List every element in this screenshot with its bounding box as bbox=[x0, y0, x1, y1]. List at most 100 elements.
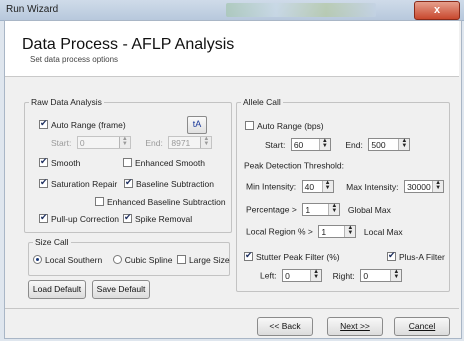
close-button[interactable]: x bbox=[414, 1, 460, 20]
smooth-row: Smooth bbox=[39, 156, 81, 168]
local-region-spinner[interactable]: 1 ▲ ▼ bbox=[318, 225, 357, 238]
smooth-label: Smooth bbox=[51, 157, 81, 168]
left-label: Left: bbox=[260, 270, 277, 281]
spike-removal-row: Spike Removal bbox=[123, 212, 192, 224]
allele-start-value: 60 bbox=[293, 140, 304, 150]
raw-range-row: Start: 0 ▲ ▼ End: 8971 ▲ ▼ bbox=[48, 136, 213, 149]
allele-end-spinner[interactable]: 500 ▲ ▼ bbox=[368, 138, 411, 151]
range-tool-button[interactable]: tA bbox=[187, 116, 207, 134]
auto-range-frame-checkbox[interactable] bbox=[39, 118, 48, 130]
raw-end-value: 8971 bbox=[171, 138, 191, 148]
max-intensity-value: 30000 bbox=[407, 182, 431, 192]
allele-call-legend: Allele Call bbox=[243, 97, 281, 107]
spinner-arrows-icon[interactable]: ▲ ▼ bbox=[398, 138, 410, 150]
peak-threshold-text: Peak Detection Threshold: bbox=[244, 160, 345, 171]
size-call-options: Local Southern Cubic Spline Large Size bbox=[33, 254, 230, 265]
stutter-filter-label: Stutter Peak Filter (%) bbox=[256, 251, 340, 262]
local-region-value: 1 bbox=[321, 227, 327, 237]
right-spinner[interactable]: 0 ▲ ▼ bbox=[360, 269, 403, 282]
back-button[interactable]: << Back bbox=[257, 317, 313, 336]
min-intensity-value: 40 bbox=[304, 182, 315, 192]
spinner-arrows-icon[interactable]: ▲ ▼ bbox=[118, 136, 130, 148]
spinner-arrows-icon[interactable]: ▲ ▼ bbox=[432, 180, 444, 192]
pullup-label: Pull-up Correction bbox=[51, 213, 120, 224]
large-size-checkbox[interactable] bbox=[176, 255, 186, 265]
pullup-checkbox[interactable] bbox=[39, 212, 48, 224]
percentage-value: 1 bbox=[305, 205, 311, 215]
smooth-checkbox[interactable] bbox=[39, 156, 48, 168]
raw-data-legend: Raw Data Analysis bbox=[31, 97, 102, 107]
next-button[interactable]: Next >> bbox=[327, 317, 383, 336]
max-intensity-spinner[interactable]: 30000 ▲ ▼ bbox=[404, 180, 445, 193]
min-intensity-label: Min Intensity: bbox=[246, 181, 297, 192]
local-southern-label: Local Southern bbox=[45, 254, 103, 265]
auto-range-frame-row: Auto Range (frame) bbox=[39, 118, 126, 130]
page-title: Data Process - AFLP Analysis bbox=[22, 36, 235, 53]
range-tool-icon: tA bbox=[192, 119, 202, 129]
allele-start-label: Start: bbox=[265, 139, 286, 150]
allele-range-row: Start: 60 ▲ ▼ End: 500 ▲ ▼ bbox=[262, 138, 411, 151]
cubic-spline-radio[interactable] bbox=[112, 255, 122, 265]
intensity-row: Min Intensity: 40 ▲ ▼ Max Intensity: 30000… bbox=[246, 180, 445, 193]
saturation-repair-checkbox[interactable] bbox=[39, 177, 48, 189]
baseline-subtraction-label: Baseline Subtraction bbox=[136, 178, 214, 189]
spinner-arrows-icon[interactable]: ▲ ▼ bbox=[321, 180, 333, 192]
saturation-repair-label: Saturation Repair bbox=[51, 178, 118, 189]
raw-start-label: Start: bbox=[51, 137, 72, 148]
taskbar-thumbnail bbox=[226, 3, 376, 17]
cubic-spline-label: Cubic Spline bbox=[124, 254, 173, 265]
pullup-row: Pull-up Correction bbox=[39, 212, 120, 224]
allele-end-label: End: bbox=[345, 139, 363, 150]
stutter-filter-checkbox[interactable] bbox=[244, 250, 253, 262]
allele-start-spinner[interactable]: 60 ▲ ▼ bbox=[290, 138, 331, 151]
footer-separator bbox=[5, 308, 459, 309]
local-southern-radio[interactable] bbox=[33, 255, 42, 265]
large-size-label: Large Size bbox=[188, 254, 230, 265]
left-spinner[interactable]: 0 ▲ ▼ bbox=[282, 269, 323, 282]
percentage-row: Percentage > 1 ▲ ▼ Global Max bbox=[246, 203, 391, 216]
enhanced-smooth-row: Enhanced Smooth bbox=[123, 157, 205, 168]
local-max-label: Local Max bbox=[363, 226, 403, 237]
spinner-arrows-icon[interactable]: ▲ ▼ bbox=[318, 138, 330, 150]
spinner-arrows-icon[interactable]: ▲ ▼ bbox=[344, 225, 356, 237]
local-region-label: Local Region % > bbox=[246, 226, 313, 237]
enhanced-smooth-label: Enhanced Smooth bbox=[135, 157, 205, 168]
percentage-spinner[interactable]: 1 ▲ ▼ bbox=[302, 203, 341, 216]
auto-range-bps-row: Auto Range (bps) bbox=[245, 120, 324, 131]
stutter-range-row: Left: 0 ▲ ▼ Right: 0 ▲ ▼ bbox=[260, 269, 403, 282]
load-default-button[interactable]: Load Default bbox=[28, 280, 86, 299]
plus-a-filter-checkbox[interactable] bbox=[387, 250, 396, 262]
raw-start-spinner[interactable]: 0 ▲ ▼ bbox=[76, 136, 131, 149]
right-value: 0 bbox=[363, 271, 369, 281]
size-call-legend: Size Call bbox=[35, 237, 69, 247]
auto-range-bps-label: Auto Range (bps) bbox=[257, 120, 324, 131]
saturation-repair-row: Saturation Repair bbox=[39, 177, 118, 189]
max-intensity-label: Max Intensity: bbox=[346, 181, 399, 192]
min-intensity-spinner[interactable]: 40 ▲ ▼ bbox=[301, 180, 334, 193]
local-region-row: Local Region % > 1 ▲ ▼ Local Max bbox=[246, 225, 403, 238]
cancel-button[interactable]: Cancel bbox=[394, 317, 450, 336]
enhanced-baseline-label: Enhanced Baseline Subtraction bbox=[107, 196, 226, 207]
auto-range-bps-checkbox[interactable] bbox=[245, 121, 254, 131]
plus-a-row: Plus-A Filter bbox=[387, 250, 445, 262]
spike-removal-checkbox[interactable] bbox=[123, 212, 132, 224]
left-value: 0 bbox=[285, 271, 290, 281]
spinner-arrows-icon[interactable]: ▲ ▼ bbox=[310, 269, 322, 281]
close-icon: x bbox=[433, 4, 441, 16]
page-subtitle: Set data process options bbox=[30, 55, 119, 64]
allele-end-value: 500 bbox=[371, 140, 386, 150]
spinner-arrows-icon[interactable]: ▲ ▼ bbox=[200, 136, 212, 148]
raw-end-label: End: bbox=[145, 137, 163, 148]
enhanced-smooth-checkbox[interactable] bbox=[123, 158, 132, 168]
right-label: Right: bbox=[332, 270, 355, 281]
enhanced-baseline-checkbox[interactable] bbox=[95, 197, 104, 207]
spinner-arrows-icon[interactable]: ▲ ▼ bbox=[390, 269, 402, 281]
spinner-arrows-icon[interactable]: ▲ ▼ bbox=[328, 203, 340, 215]
raw-start-value: 0 bbox=[79, 138, 85, 148]
window-title: Run Wizard bbox=[6, 4, 59, 15]
global-max-label: Global Max bbox=[347, 204, 391, 215]
save-default-button[interactable]: Save Default bbox=[92, 280, 150, 299]
title-bar: Run Wizard x bbox=[0, 0, 464, 21]
raw-end-spinner[interactable]: 8971 ▲ ▼ bbox=[168, 136, 213, 149]
baseline-subtraction-checkbox[interactable] bbox=[124, 177, 133, 189]
